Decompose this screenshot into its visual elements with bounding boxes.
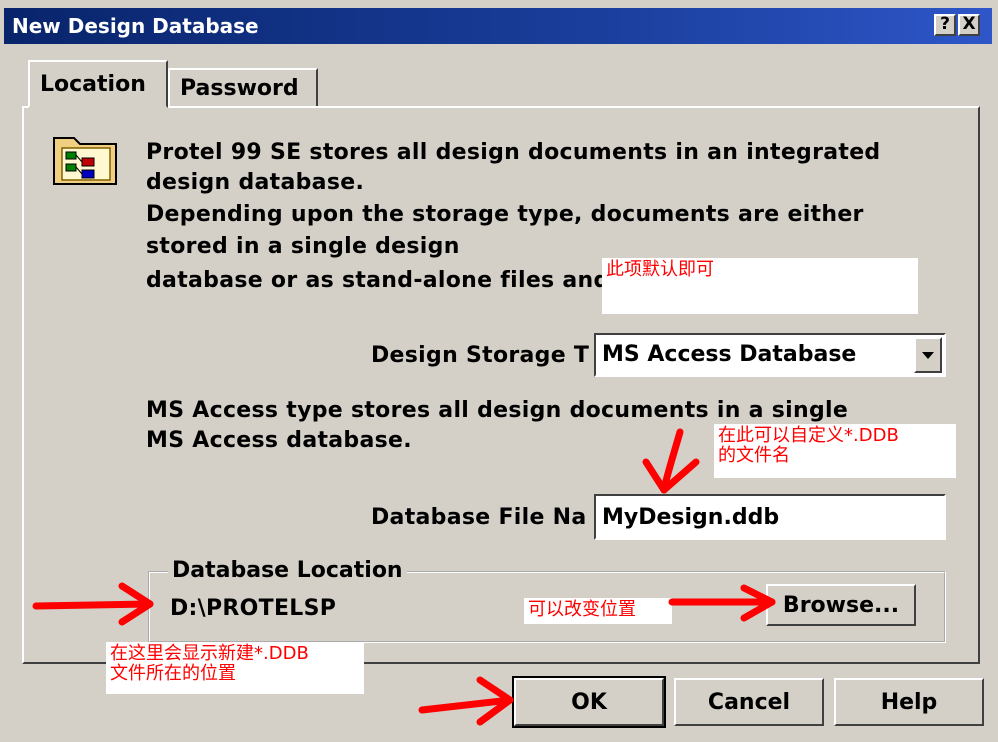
storage-type-select[interactable]: MS Access Database	[594, 333, 946, 377]
intro-line-2: design database.	[146, 170, 365, 195]
tab-password[interactable]: Password	[168, 68, 318, 108]
annotation-location: 在这里会显示新建*.DDB 文件所在的位置	[106, 642, 364, 694]
annotation-location-line-1: 在这里会显示新建*.DDB	[110, 643, 309, 664]
title-bar: New Design Database ? X	[4, 8, 992, 44]
annotation-browse: 可以改变位置	[524, 598, 672, 624]
ok-button[interactable]: OK	[512, 676, 666, 728]
cancel-button[interactable]: Cancel	[674, 678, 824, 726]
tab-location-label: Location	[40, 72, 146, 97]
location-path: D:\PROTELSP	[170, 596, 337, 621]
file-name-input[interactable]: MyDesign.ddb	[594, 494, 946, 540]
ok-button-label: OK	[571, 690, 607, 715]
intro-line-3: Depending upon the storage type, documen…	[146, 202, 864, 227]
storage-type-label: Design Storage T	[371, 343, 590, 368]
design-database-icon	[53, 137, 117, 185]
close-title-button[interactable]: X	[958, 14, 980, 36]
browse-button-label: Browse...	[782, 593, 900, 618]
browse-button[interactable]: Browse...	[766, 584, 916, 626]
storage-desc-line-2: MS Access database.	[146, 428, 412, 453]
dialog-window: New Design Database ? X Location Passwor…	[0, 0, 998, 742]
database-location-label: Database Location	[168, 558, 407, 583]
annotation-filename-line-2: 的文件名	[718, 445, 790, 466]
storage-desc-line-1: MS Access type stores all design documen…	[146, 398, 849, 423]
intro-line-1: Protel 99 SE stores all design documents…	[146, 140, 881, 165]
dropdown-button[interactable]	[914, 337, 942, 373]
annotation-filename-line-1: 在此可以自定义*.DDB	[718, 425, 899, 446]
file-name-label: Database File Na	[371, 505, 587, 530]
intro-line-4: stored in a single design	[146, 234, 460, 259]
help-button[interactable]: Help	[834, 678, 984, 726]
annotation-filename: 在此可以自定义*.DDB 的文件名	[714, 424, 956, 478]
tab-location[interactable]: Location	[28, 60, 168, 108]
window-title: New Design Database	[12, 14, 259, 38]
help-title-button[interactable]: ?	[934, 14, 956, 36]
tab-password-label: Password	[180, 76, 299, 101]
help-button-label: Help	[880, 690, 938, 715]
storage-type-value: MS Access Database	[602, 342, 857, 367]
ok-arrow-shaft	[418, 696, 514, 714]
cancel-button-label: Cancel	[707, 690, 791, 715]
annotation-default: 此项默认即可	[602, 258, 918, 314]
intro-line-5: database or as stand-alone files and	[146, 268, 610, 293]
file-name-value: MyDesign.ddb	[602, 505, 780, 530]
ok-arrow-head	[476, 676, 514, 726]
annotation-location-line-2: 文件所在的位置	[110, 663, 236, 684]
chevron-down-icon	[922, 352, 934, 359]
